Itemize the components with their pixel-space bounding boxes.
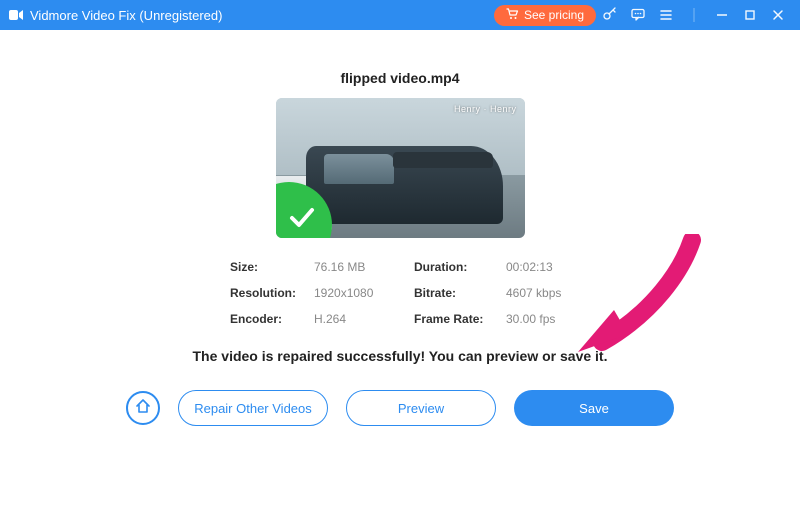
video-thumbnail[interactable]: Henry · Henry [276, 98, 525, 238]
feedback-icon[interactable] [624, 0, 652, 30]
meta-framerate-value: 30.00 fps [506, 312, 570, 326]
meta-bitrate-key: Bitrate: [414, 286, 500, 300]
action-buttons: Repair Other Videos Preview Save [0, 390, 800, 426]
menu-icon[interactable] [652, 0, 680, 30]
cart-icon [506, 8, 519, 23]
save-button[interactable]: Save [514, 390, 674, 426]
meta-duration-key: Duration: [414, 260, 500, 274]
home-icon [135, 398, 151, 419]
close-button[interactable] [764, 0, 792, 30]
file-name: flipped video.mp4 [0, 70, 800, 86]
meta-framerate-key: Frame Rate: [414, 312, 500, 326]
meta-duration-value: 00:02:13 [506, 260, 570, 274]
meta-size-value: 76.16 MB [314, 260, 408, 274]
meta-encoder-value: H.264 [314, 312, 408, 326]
meta-size-key: Size: [230, 260, 308, 274]
key-icon[interactable] [596, 0, 624, 30]
meta-bitrate-value: 4607 kbps [506, 286, 570, 300]
minimize-button[interactable] [708, 0, 736, 30]
meta-resolution-key: Resolution: [230, 286, 308, 300]
see-pricing-button[interactable]: See pricing [494, 5, 596, 26]
main-content: flipped video.mp4 Henry · Henry Size: 76… [0, 30, 800, 426]
video-metadata: Size: 76.16 MB Duration: 00:02:13 Resolu… [230, 260, 570, 326]
see-pricing-label: See pricing [524, 8, 584, 22]
titlebar: Vidmore Video Fix (Unregistered) See pri… [0, 0, 800, 30]
meta-resolution-value: 1920x1080 [314, 286, 408, 300]
divider [680, 0, 708, 30]
app-title: Vidmore Video Fix (Unregistered) [30, 8, 222, 23]
app-logo-icon [8, 7, 24, 23]
meta-encoder-key: Encoder: [230, 312, 308, 326]
repair-other-button[interactable]: Repair Other Videos [178, 390, 328, 426]
status-message: The video is repaired successfully! You … [0, 348, 800, 364]
maximize-button[interactable] [736, 0, 764, 30]
thumbnail-watermark: Henry · Henry [454, 104, 517, 114]
annotation-arrow-icon [564, 234, 704, 364]
home-button[interactable] [126, 391, 160, 425]
preview-button[interactable]: Preview [346, 390, 496, 426]
